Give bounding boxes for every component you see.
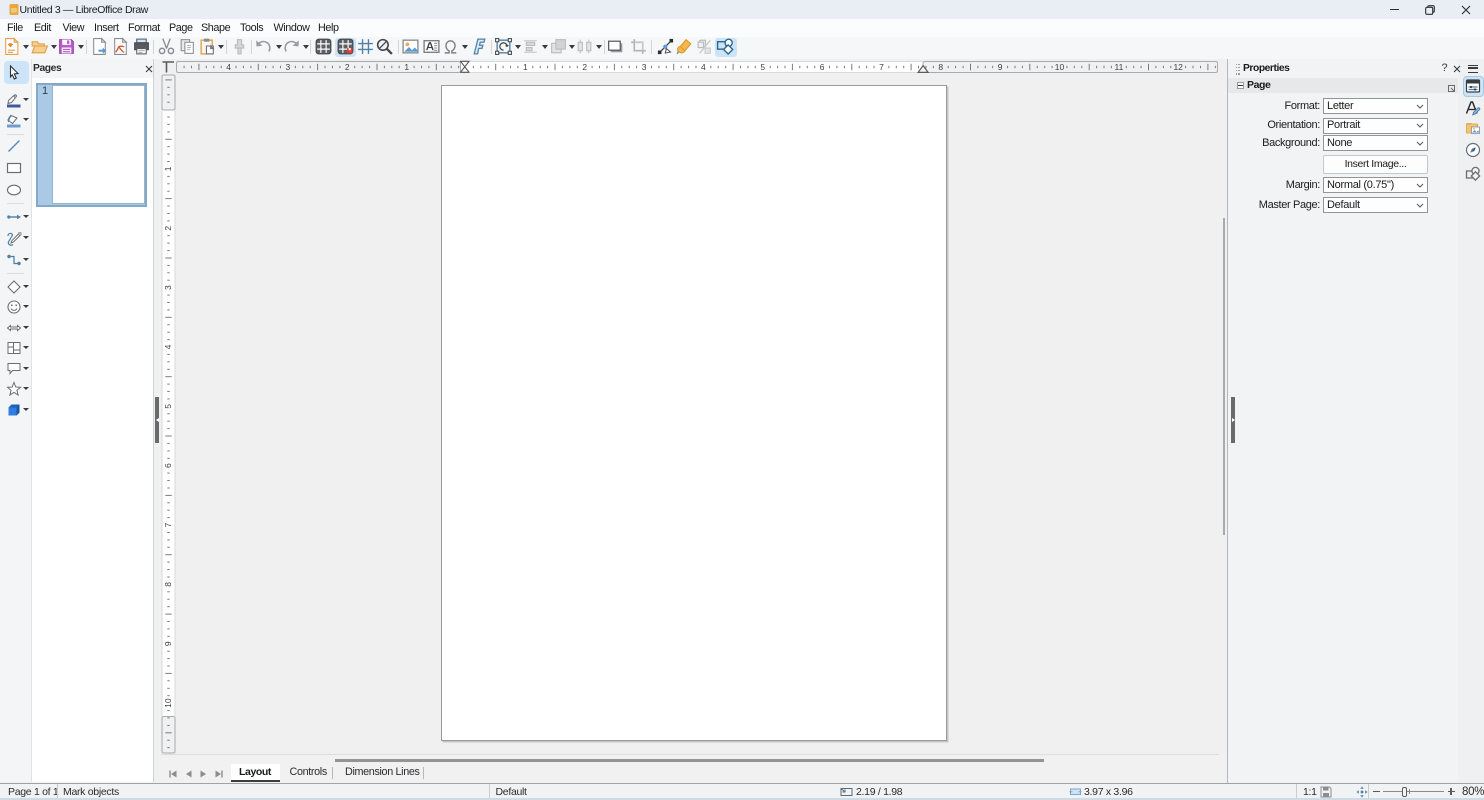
svg-text:6: 6 xyxy=(162,463,172,468)
svg-text:4: 4 xyxy=(226,61,231,71)
svg-text:10: 10 xyxy=(162,698,172,708)
svg-text:6: 6 xyxy=(819,61,824,71)
svg-text:4: 4 xyxy=(701,61,706,71)
svg-text:1: 1 xyxy=(404,61,409,71)
svg-text:12: 12 xyxy=(1173,61,1183,71)
svg-text:11: 11 xyxy=(1114,61,1123,71)
svg-text:2: 2 xyxy=(162,226,172,231)
svg-text:4: 4 xyxy=(162,344,172,349)
svg-text:2: 2 xyxy=(582,61,587,71)
svg-text:7: 7 xyxy=(162,522,172,527)
svg-text:8: 8 xyxy=(162,582,172,587)
svg-text:9: 9 xyxy=(997,61,1002,71)
svg-text:3: 3 xyxy=(641,61,646,71)
svg-text:7: 7 xyxy=(879,61,884,71)
svg-text:10: 10 xyxy=(1054,61,1064,71)
svg-text:9: 9 xyxy=(162,641,172,646)
svg-text:5: 5 xyxy=(162,404,172,409)
svg-text:5: 5 xyxy=(760,61,765,71)
svg-text:1: 1 xyxy=(162,166,172,171)
svg-text:1: 1 xyxy=(523,61,528,71)
svg-text:2: 2 xyxy=(344,61,349,71)
svg-text:3: 3 xyxy=(162,285,172,290)
svg-text:8: 8 xyxy=(938,61,943,71)
svg-text:3: 3 xyxy=(285,61,290,71)
